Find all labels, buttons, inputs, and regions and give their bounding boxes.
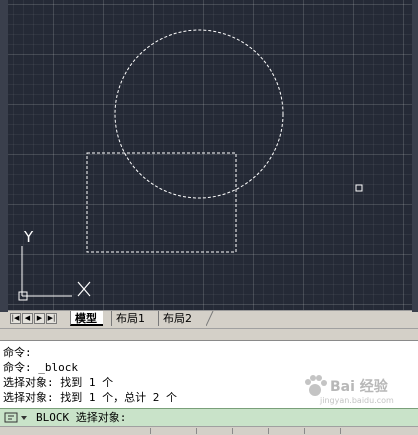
ucs-x-axis-icon: [77, 281, 91, 297]
status-separator: [150, 428, 151, 434]
first-tab-icon[interactable]: |◀: [10, 313, 21, 324]
ucs-icon: Y: [18, 228, 91, 301]
command-prompt-icon[interactable]: [4, 412, 32, 424]
next-tab-icon[interactable]: ▶: [34, 313, 45, 324]
command-line-input[interactable]: BLOCK 选择对象:: [0, 408, 418, 427]
status-separator: [196, 428, 197, 434]
command-history-line: 选择对象: 找到 1 个，总计 2 个: [3, 391, 177, 404]
tab-layout2[interactable]: 布局2: [158, 311, 198, 326]
status-separator: [232, 428, 233, 434]
drawing-viewport[interactable]: Y: [0, 0, 418, 312]
tab-layout1[interactable]: 布局1: [111, 311, 151, 326]
status-separator: [268, 428, 269, 434]
status-separator: [340, 428, 341, 434]
tab-model[interactable]: 模型: [70, 311, 103, 326]
watermark-text: Bai 经验: [330, 379, 388, 395]
command-history-line: 命令:: [3, 346, 32, 359]
prev-tab-icon[interactable]: ◀: [22, 313, 33, 324]
selected-circle[interactable]: [114, 29, 284, 199]
tab-end-slant: [206, 311, 214, 326]
ucs-y-label: Y: [23, 228, 34, 246]
pickbox-cursor: [355, 184, 363, 192]
command-history-line: 选择对象: 找到 1 个: [3, 376, 114, 389]
last-tab-icon[interactable]: ▶|: [46, 313, 57, 324]
watermark: Bai 经验 jingyan.baidu.com: [300, 374, 400, 410]
drawing-canvas[interactable]: Y: [0, 0, 418, 312]
status-separator: [304, 428, 305, 434]
command-prompt-text: BLOCK 选择对象:: [36, 411, 127, 424]
layout-tab-bar: |◀ ◀ ▶ ▶| 模型 布局1 布局2: [8, 310, 412, 327]
selected-rectangle[interactable]: [86, 152, 237, 253]
watermark-url: jingyan.baidu.com: [320, 396, 394, 405]
command-history-line: 命令: _block: [3, 361, 78, 374]
